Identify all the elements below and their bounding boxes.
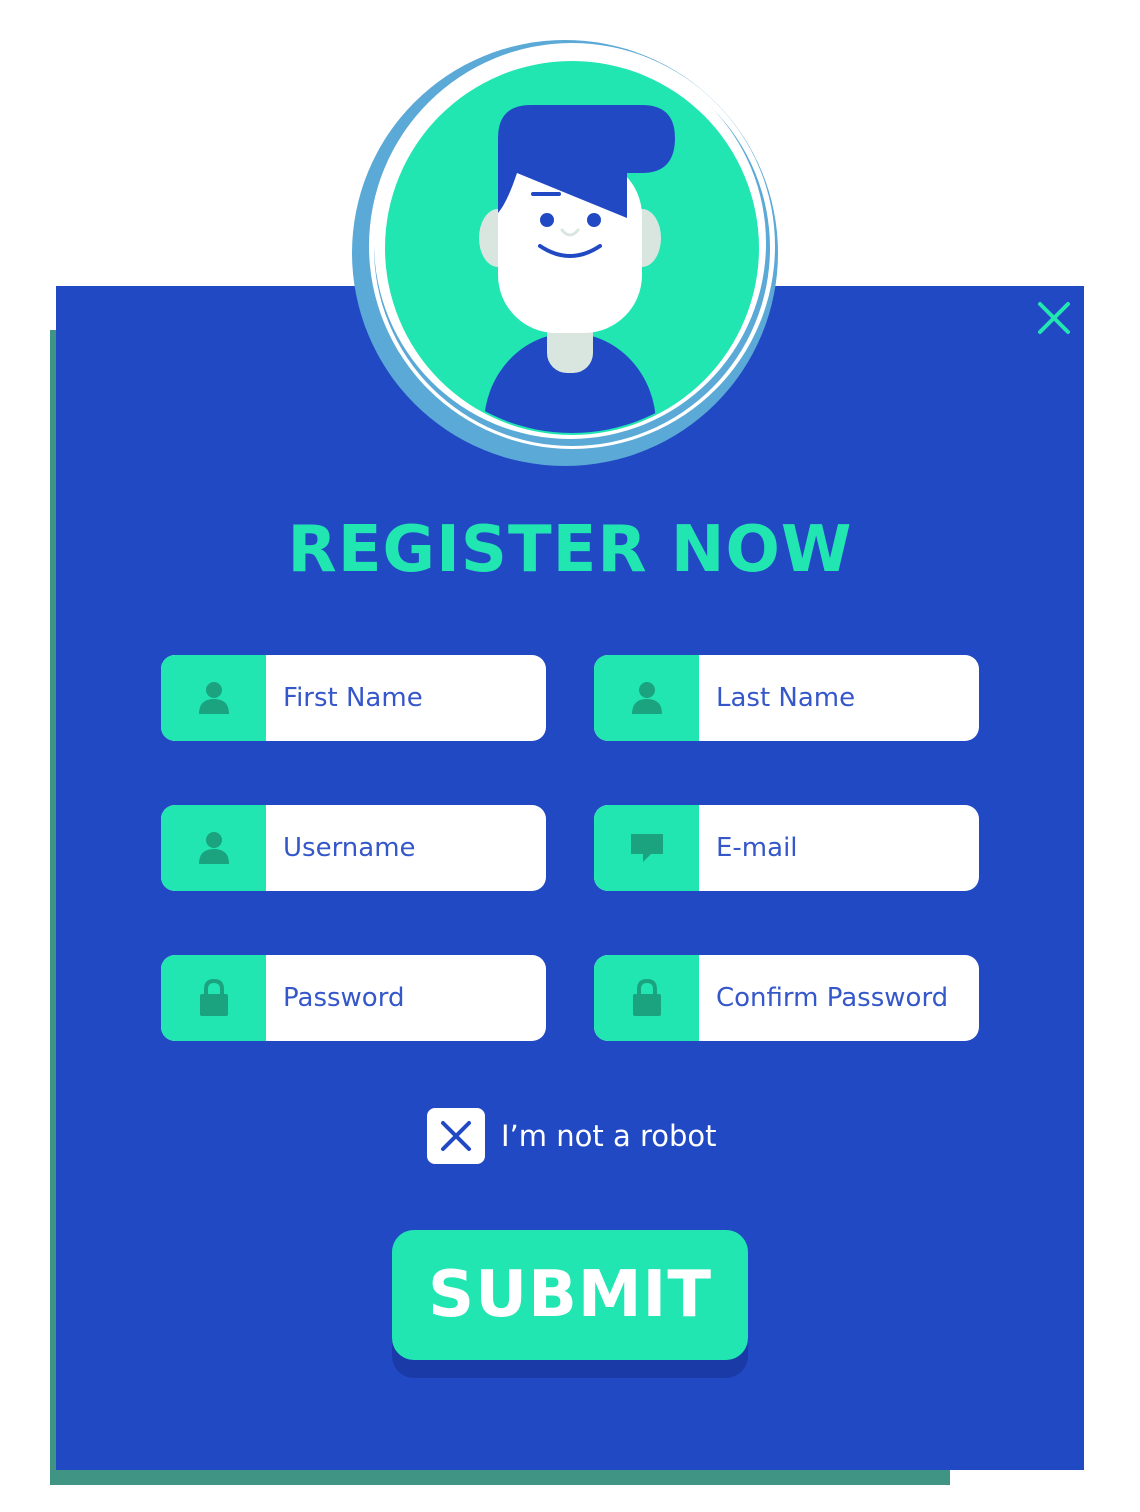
user-icon: [161, 805, 266, 891]
user-icon: [594, 655, 699, 741]
submit-button[interactable]: SUBMIT: [392, 1230, 748, 1360]
avatar: [350, 38, 780, 468]
first-name-input[interactable]: [266, 655, 543, 741]
lock-icon: [161, 955, 266, 1041]
captcha-checkbox[interactable]: [427, 1108, 485, 1164]
confirm-password-input[interactable]: [699, 955, 976, 1041]
username-input[interactable]: [266, 805, 543, 891]
page-title: REGISTER NOW: [287, 513, 853, 587]
close-icon: [1038, 302, 1070, 334]
user-icon: [161, 655, 266, 741]
username-field[interactable]: [161, 805, 546, 891]
last-name-field[interactable]: [594, 655, 979, 741]
email-field[interactable]: [594, 805, 979, 891]
close-button[interactable]: [1034, 298, 1074, 338]
message-icon: [594, 805, 699, 891]
last-name-input[interactable]: [699, 655, 976, 741]
lock-icon: [594, 955, 699, 1041]
avatar-illustration: [352, 40, 778, 466]
email-input[interactable]: [699, 805, 976, 891]
confirm-password-field[interactable]: [594, 955, 979, 1041]
password-input[interactable]: [266, 955, 543, 1041]
captcha-row: I’m not a robot: [427, 1108, 717, 1164]
captcha-label: I’m not a robot: [501, 1119, 717, 1153]
first-name-field[interactable]: [161, 655, 546, 741]
password-field[interactable]: [161, 955, 546, 1041]
x-mark-icon: [441, 1121, 471, 1151]
